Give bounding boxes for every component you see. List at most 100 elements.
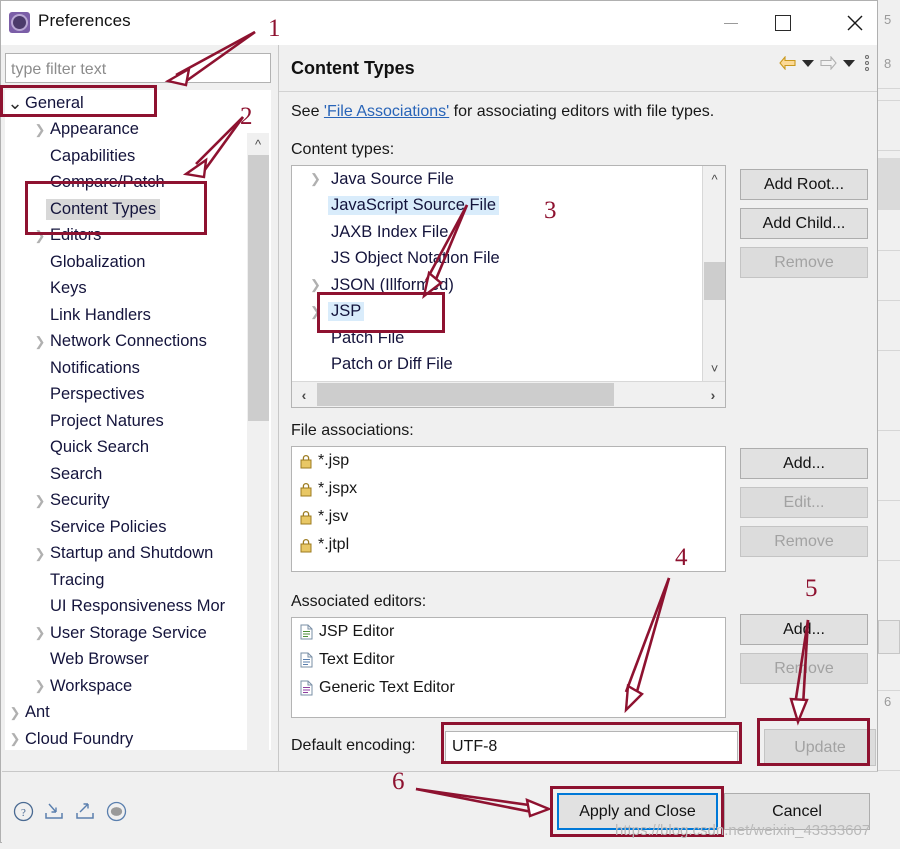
chevron-right-icon[interactable]: ❯ <box>32 625 48 641</box>
sidebar-item-capabilities[interactable]: Capabilities <box>5 143 271 170</box>
chevron-right-icon[interactable]: ❯ <box>310 304 321 320</box>
sidebar-item-keys[interactable]: Keys <box>5 276 271 303</box>
sidebar-item-workspace[interactable]: ❯ Workspace <box>5 673 271 700</box>
maximize-button[interactable] <box>760 1 806 45</box>
file-association-label: *.jspx <box>318 480 358 497</box>
associated-editor-row[interactable]: JSP Editor <box>292 618 725 646</box>
content-type-label: JSON (Illformed) <box>331 275 454 294</box>
content-types-vscroll-thumb[interactable] <box>704 262 725 300</box>
content-type-row[interactable]: JavaScript Source File <box>292 193 725 220</box>
add-editor-button[interactable]: Add... <box>740 614 868 645</box>
sidebar-item-notifications[interactable]: Notifications <box>5 355 271 382</box>
sidebar-item-network-connections[interactable]: ❯ Network Connections <box>5 329 271 356</box>
sidebar-item-compare-patch[interactable]: Compare/Patch <box>5 170 271 197</box>
update-encoding-button[interactable]: Update <box>764 729 876 766</box>
back-dropdown-icon[interactable] <box>802 59 814 67</box>
filter-input[interactable] <box>5 53 271 83</box>
edit-file-association-button[interactable]: Edit... <box>740 487 868 518</box>
sidebar-item-tracing[interactable]: Tracing <box>5 567 271 594</box>
scroll-left-icon[interactable]: ‹ <box>292 382 316 407</box>
content-types-list[interactable]: ❯ Java Source File JavaScript Source File J… <box>291 165 726 408</box>
chevron-right-icon[interactable]: ❯ <box>32 678 48 694</box>
sidebar-item-project-natures[interactable]: Project Natures <box>5 408 271 435</box>
chevron-right-icon[interactable]: ❯ <box>32 493 48 509</box>
content-type-row[interactable]: Patch or Diff File <box>292 352 725 379</box>
chevron-right-icon[interactable]: ❯ <box>32 228 48 244</box>
associated-editors-list[interactable]: JSP Editor Text Editor Generic Text Editor <box>291 617 726 718</box>
scroll-up-icon[interactable]: ^ <box>703 168 725 190</box>
chevron-down-icon[interactable]: ⌄ <box>7 93 23 114</box>
sidebar-item-search[interactable]: Search <box>5 461 271 488</box>
remove-editor-button[interactable]: Remove <box>740 653 868 684</box>
cancel-button-footer[interactable]: Cancel <box>724 793 870 830</box>
sidebar-item-content-types[interactable]: Content Types <box>5 196 271 223</box>
default-encoding-label: Default encoding: <box>291 737 416 754</box>
sidebar-item-ui-responsiveness-mor[interactable]: UI Responsiveness Mor <box>5 594 271 621</box>
scroll-down-icon[interactable]: ˅ <box>703 357 725 379</box>
associated-editor-label: JSP Editor <box>319 623 395 640</box>
content-type-row[interactable]: JS Object Notation File <box>292 246 725 273</box>
close-button[interactable] <box>832 1 878 45</box>
tree-vscroll-thumb[interactable] <box>248 155 269 421</box>
chevron-right-icon[interactable]: ❯ <box>32 546 48 562</box>
file-associations-list[interactable]: *.jsp *.jspx *.jsv *.jtpl <box>291 446 726 572</box>
sidebar-item-web-browser[interactable]: Web Browser <box>5 647 271 674</box>
sidebar-item-cloud-foundry[interactable]: ❯ Cloud Foundry <box>5 726 271 750</box>
sidebar-item-general[interactable]: ⌄ General <box>5 90 271 117</box>
sidebar-item-link-handlers[interactable]: Link Handlers <box>5 302 271 329</box>
content-type-row[interactable]: ❯ JSON (Illformed) <box>292 272 725 299</box>
chevron-right-icon[interactable]: ❯ <box>32 334 48 350</box>
sidebar-item-security[interactable]: ❯ Security <box>5 488 271 515</box>
file-association-row[interactable]: *.jtpl <box>292 531 725 559</box>
chevron-right-icon[interactable]: ❯ <box>7 705 23 721</box>
content-types-horizontal-scrollbar[interactable]: ‹ › <box>292 381 725 407</box>
remove-content-type-button[interactable]: Remove <box>740 247 868 278</box>
chevron-right-icon[interactable]: ❯ <box>32 122 48 138</box>
back-arrow-icon[interactable] <box>779 56 796 70</box>
background-label-8: 8 <box>884 56 892 71</box>
scroll-right-icon[interactable]: › <box>701 382 725 407</box>
chevron-right-icon[interactable]: ❯ <box>310 277 321 293</box>
associated-editor-row[interactable]: Generic Text Editor <box>292 674 725 702</box>
associated-editor-row[interactable]: Text Editor <box>292 646 725 674</box>
record-icon[interactable] <box>104 799 128 823</box>
content-type-row[interactable]: JAXB Index File <box>292 219 725 246</box>
content-type-row[interactable]: Patch File <box>292 325 725 352</box>
default-encoding-input[interactable] <box>445 731 738 763</box>
file-association-row[interactable]: *.jsp <box>292 447 725 475</box>
add-file-association-button[interactable]: Add... <box>740 448 868 479</box>
sidebar-item-appearance[interactable]: ❯ Appearance <box>5 117 271 144</box>
content-type-row[interactable]: ❯ JSP <box>292 299 725 326</box>
file-association-row[interactable]: *.jsv <box>292 503 725 531</box>
import-icon[interactable] <box>42 799 66 823</box>
sidebar-item-perspectives[interactable]: Perspectives <box>5 382 271 409</box>
forward-arrow-icon[interactable] <box>820 56 837 70</box>
sidebar-item-startup-and-shutdown[interactable]: ❯ Startup and Shutdown <box>5 541 271 568</box>
minimize-button[interactable] <box>708 1 754 45</box>
help-icon[interactable]: ? <box>11 799 35 823</box>
tree-vertical-scrollbar[interactable]: ^ ˅ <box>247 133 269 796</box>
sidebar-item-globalization[interactable]: Globalization <box>5 249 271 276</box>
file-associations-link[interactable]: 'File Associations' <box>324 103 449 120</box>
preferences-tree[interactable]: ⌄ General ❯ Appearance Capabilities Compare/P… <box>5 90 271 750</box>
export-icon[interactable] <box>73 799 97 823</box>
apply-and-close-button[interactable]: Apply and Close <box>557 793 718 830</box>
sidebar-item-editors[interactable]: ❯ Editors <box>5 223 271 250</box>
remove-file-association-button[interactable]: Remove <box>740 526 868 557</box>
add-child-button[interactable]: Add Child... <box>740 208 868 239</box>
sidebar-item-service-policies[interactable]: Service Policies <box>5 514 271 541</box>
sidebar-item-quick-search[interactable]: Quick Search <box>5 435 271 462</box>
add-root-button[interactable]: Add Root... <box>740 169 868 200</box>
sidebar-item-label: Link Handlers <box>50 305 151 324</box>
content-type-row[interactable]: ❯ Java Source File <box>292 166 725 193</box>
sidebar-item-ant[interactable]: ❯ Ant <box>5 700 271 727</box>
content-types-hscroll-thumb[interactable] <box>317 383 614 406</box>
scroll-up-icon[interactable]: ^ <box>247 133 269 155</box>
sidebar-item-user-storage-service[interactable]: ❯ User Storage Service <box>5 620 271 647</box>
file-association-row[interactable]: *.jspx <box>292 475 725 503</box>
content-types-vertical-scrollbar[interactable]: ^ ˅ <box>702 166 725 381</box>
chevron-right-icon[interactable]: ❯ <box>7 731 23 747</box>
chevron-right-icon[interactable]: ❯ <box>310 171 321 187</box>
forward-dropdown-icon[interactable] <box>843 59 855 67</box>
view-menu-icon[interactable] <box>865 55 869 71</box>
